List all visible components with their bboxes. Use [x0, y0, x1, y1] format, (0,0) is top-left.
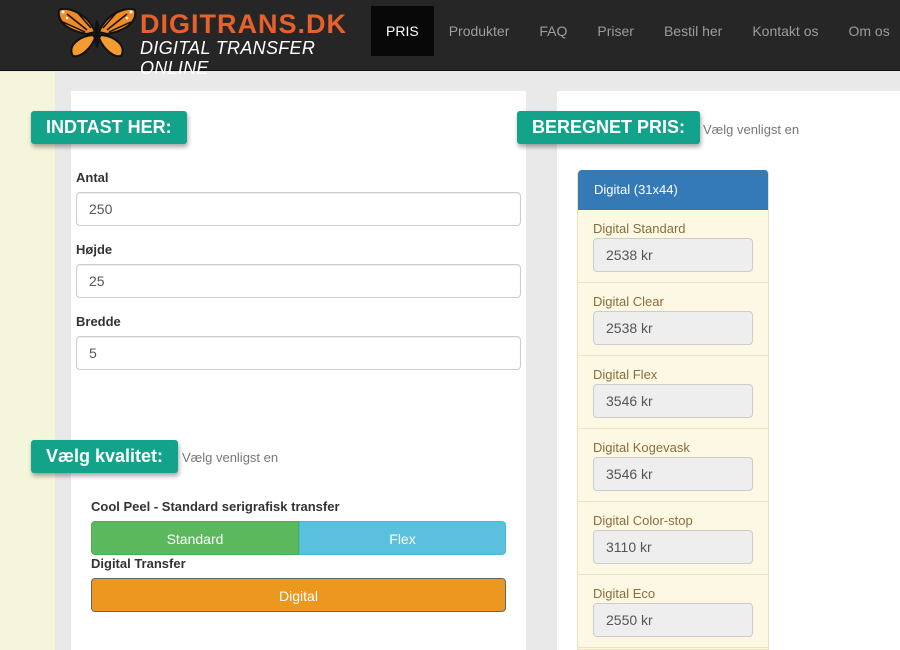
brand-name: DIGITRANS.DK	[140, 9, 347, 39]
price-item-name: Digital Clear	[593, 294, 664, 309]
nav-item-faq[interactable]: FAQ	[524, 6, 582, 56]
bredde-label: Bredde	[76, 314, 121, 329]
price-item-name: Digital Eco	[593, 586, 656, 601]
price-item: Digital Flex 3546 kr	[578, 356, 768, 429]
quality-hint: Vælg venligst en	[182, 450, 279, 465]
nav-item-kontakt-os[interactable]: Kontakt os	[737, 6, 833, 56]
antal-label: Antal	[76, 170, 109, 185]
price-item-name: Digital Flex	[593, 367, 658, 382]
antal-input[interactable]	[76, 192, 521, 226]
nav-item-pris[interactable]: PRIS	[371, 6, 434, 56]
site-logo[interactable]: DIGITRANS.DK DIGITAL TRANSFER ONLINE	[57, 6, 357, 78]
hojde-label: Højde	[76, 242, 113, 257]
price-item: Digital Color-stop 3110 kr	[578, 502, 768, 575]
price-item-value: 3546 kr	[593, 384, 753, 418]
price-item-value: 2538 kr	[593, 238, 753, 272]
price-list: Digital (31x44) Digital Standard 2538 kr…	[577, 170, 769, 650]
top-navbar: DIGITRANS.DK DIGITAL TRANSFER ONLINE PRI…	[0, 0, 900, 78]
input-badge: INDTAST HER:	[31, 111, 187, 144]
bredde-input[interactable]	[76, 336, 521, 370]
price-item: Digital Standard 2538 kr	[578, 210, 768, 283]
hojde-input[interactable]	[76, 264, 521, 298]
price-item: Digital Kogevask 3546 kr	[578, 429, 768, 502]
price-item-value: 3546 kr	[593, 457, 753, 491]
main-nav: PRIS Produkter FAQ Priser Bestil her Kon…	[371, 6, 900, 56]
nav-item-priser[interactable]: Priser	[582, 6, 649, 56]
price-item-value: 3110 kr	[593, 530, 753, 564]
nav-item-om-os[interactable]: Om os	[833, 6, 900, 56]
price-badge: BEREGNET PRIS:	[517, 111, 701, 144]
digital-transfer-label: Digital Transfer	[91, 556, 186, 571]
price-item-value: 2538 kr	[593, 311, 753, 345]
nav-item-produkter[interactable]: Produkter	[434, 6, 525, 56]
side-strip	[0, 72, 55, 650]
butterfly-icon	[57, 7, 137, 58]
standard-button[interactable]: Standard	[91, 521, 299, 555]
price-list-header: Digital (31x44)	[578, 170, 768, 210]
price-item-name: Digital Color-stop	[593, 513, 693, 528]
price-hint: Vælg venligst en	[703, 122, 800, 137]
cool-peel-label: Cool Peel - Standard serigrafisk transfe…	[91, 499, 340, 514]
price-item-value: 2550 kr	[593, 603, 753, 637]
price-item-name: Digital Standard	[593, 221, 686, 236]
nav-item-bestil-her[interactable]: Bestil her	[649, 6, 737, 56]
brand-tagline: DIGITAL TRANSFER ONLINE	[140, 38, 316, 78]
price-item: Digital Clear 2538 kr	[578, 283, 768, 356]
flex-button[interactable]: Flex	[299, 521, 506, 555]
quality-badge: Vælg kvalitet:	[31, 440, 179, 473]
digital-button[interactable]: Digital	[91, 578, 506, 612]
price-item: Digital Eco 2550 kr	[578, 575, 768, 648]
price-item-name: Digital Kogevask	[593, 440, 690, 455]
